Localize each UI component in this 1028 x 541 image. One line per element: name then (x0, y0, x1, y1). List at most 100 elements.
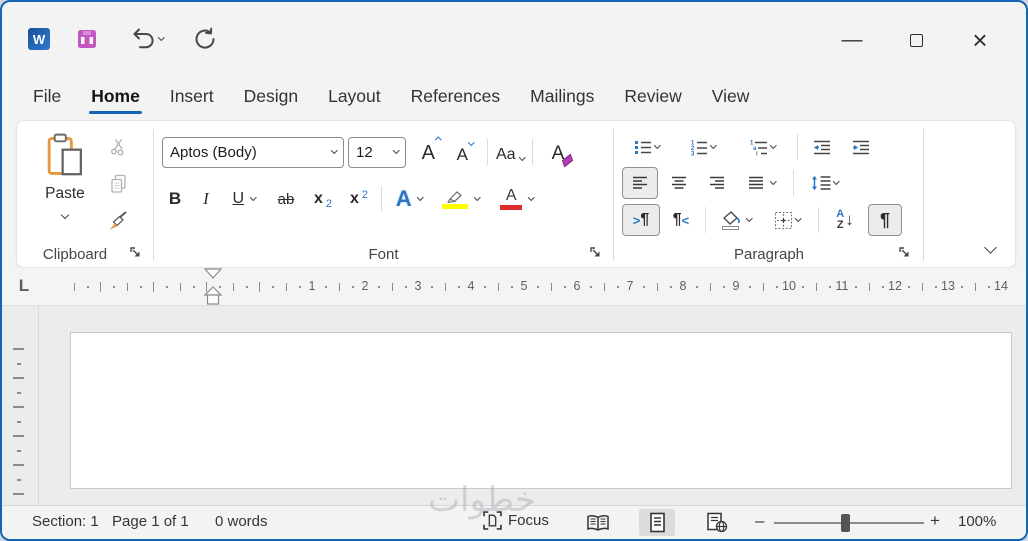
zoom-out-button[interactable]: – (755, 511, 764, 531)
italic-button[interactable]: I (192, 183, 220, 215)
paste-button[interactable]: Paste (33, 129, 97, 237)
text-effects-button[interactable]: A (387, 183, 431, 215)
document-area[interactable] (2, 306, 1026, 507)
chevron-down-icon[interactable] (795, 215, 801, 221)
ruler-tick (100, 282, 101, 292)
ruler-dot (590, 286, 592, 288)
subscript-button[interactable]: x2 (306, 183, 340, 215)
chevron-down-icon[interactable] (654, 142, 660, 148)
horizontal-ruler[interactable]: 1234567891011121314 (2, 268, 1026, 306)
tab-layout[interactable]: Layout (313, 76, 396, 116)
cut-button[interactable] (101, 133, 135, 161)
vertical-ruler[interactable] (2, 306, 39, 507)
borders-button[interactable] (763, 204, 811, 236)
bold-button[interactable]: B (160, 183, 190, 215)
clear-formatting-button[interactable]: A (540, 136, 576, 168)
undo-button[interactable] (130, 27, 164, 51)
font-size-combobox[interactable]: 12 (348, 137, 406, 168)
line-spacing-button[interactable] (801, 167, 849, 199)
font-dialog-launcher[interactable] (589, 246, 603, 260)
align-center-button[interactable] (662, 167, 696, 199)
document-page[interactable] (70, 332, 1012, 489)
chevron-down-icon[interactable] (770, 178, 776, 184)
vertical-ruler-tick (13, 406, 24, 408)
justify-button[interactable] (738, 167, 786, 199)
bullets-button[interactable] (622, 131, 672, 163)
status-bar: Section: 1 Page 1 of 1 0 words Focus (2, 505, 1026, 539)
focus-mode-button[interactable]: Focus (483, 511, 549, 530)
paragraph-dialog-launcher[interactable] (898, 246, 912, 260)
paste-dropdown-chevron-icon[interactable] (61, 211, 69, 219)
read-mode-button[interactable] (580, 509, 616, 536)
ltr-text-direction-button[interactable]: >¶ (622, 204, 660, 236)
chevron-down-icon[interactable] (474, 194, 480, 200)
word-count[interactable]: 0 words (215, 513, 268, 530)
vertical-ruler-tick (13, 348, 24, 350)
chevron-down-icon[interactable] (833, 178, 839, 184)
zoom-in-button[interactable]: + (930, 511, 940, 531)
ruler-tick (604, 283, 605, 291)
tab-home[interactable]: Home (76, 76, 155, 116)
redo-button[interactable] (192, 26, 218, 52)
shrink-font-button[interactable]: A (450, 136, 480, 168)
chevron-down-icon[interactable] (710, 142, 716, 148)
collapse-ribbon-button[interactable] (986, 239, 995, 257)
font-color-button[interactable]: A (491, 183, 543, 215)
superscript-button[interactable]: x2 (342, 183, 376, 215)
increase-indent-button[interactable] (843, 131, 879, 163)
align-left-button[interactable] (622, 167, 658, 199)
chevron-down-icon[interactable] (331, 147, 337, 153)
change-case-button[interactable]: Aa (495, 136, 525, 168)
chevron-down-icon[interactable] (250, 194, 256, 200)
clipboard-dialog-launcher[interactable] (129, 246, 143, 260)
format-painter-brush-icon (106, 210, 130, 232)
format-painter-button[interactable] (101, 207, 135, 235)
ruler-dot (670, 286, 672, 288)
shading-button[interactable] (713, 204, 759, 236)
strikethrough-button[interactable]: ab (268, 183, 304, 215)
tab-references[interactable]: References (396, 76, 516, 116)
section-indicator[interactable]: Section: 1 (32, 513, 99, 530)
ruler-dot (431, 286, 433, 288)
minimize-button[interactable]: — (820, 20, 884, 60)
print-layout-button[interactable] (639, 509, 675, 536)
tab-view[interactable]: View (697, 76, 765, 116)
ruler-tick (233, 283, 234, 291)
tab-file[interactable]: File (18, 76, 76, 116)
first-line-indent-marker[interactable] (204, 268, 222, 279)
rtl-text-direction-button[interactable]: ¶< (664, 204, 698, 236)
align-right-button[interactable] (700, 167, 734, 199)
chevron-down-icon[interactable] (417, 194, 423, 200)
ruler-dot (988, 286, 990, 288)
multilevel-list-button[interactable]: 1 a i (734, 131, 790, 163)
page-indicator[interactable]: Page 1 of 1 (112, 513, 189, 530)
chevron-down-icon[interactable] (528, 194, 534, 200)
chevron-down-icon (468, 139, 474, 145)
sort-button[interactable]: A Z ↓ (826, 204, 864, 236)
tab-insert[interactable]: Insert (155, 76, 229, 116)
grow-font-button[interactable]: A (416, 136, 446, 168)
chevron-down-icon[interactable] (746, 215, 752, 221)
tab-review[interactable]: Review (609, 76, 696, 116)
hanging-indent-marker[interactable] (204, 286, 222, 306)
show-hide-pilcrow-button[interactable]: ¶ (868, 204, 902, 236)
zoom-slider-thumb[interactable] (841, 514, 850, 532)
font-name-combobox[interactable]: Aptos (Body) (162, 137, 344, 168)
save-button[interactable] (76, 28, 98, 50)
maximize-button[interactable] (884, 20, 948, 60)
numbering-button[interactable]: 1 2 3 (676, 131, 730, 163)
chevron-down-icon[interactable] (770, 142, 776, 148)
tab-stop-selector[interactable]: L (12, 274, 36, 298)
zoom-percentage[interactable]: 100% (958, 513, 996, 530)
close-button[interactable]: × (948, 20, 1012, 60)
chevron-down-icon[interactable] (393, 147, 399, 153)
web-layout-button[interactable] (699, 509, 735, 536)
underline-button[interactable]: U (222, 183, 266, 215)
text-highlight-button[interactable] (433, 183, 489, 215)
tab-mailings[interactable]: Mailings (515, 76, 609, 116)
copy-button[interactable] (101, 170, 135, 198)
undo-dropdown-chevron-icon[interactable] (158, 34, 164, 40)
tab-design[interactable]: Design (229, 76, 313, 116)
decrease-indent-button[interactable] (805, 131, 839, 163)
ruler-dot (564, 286, 566, 288)
